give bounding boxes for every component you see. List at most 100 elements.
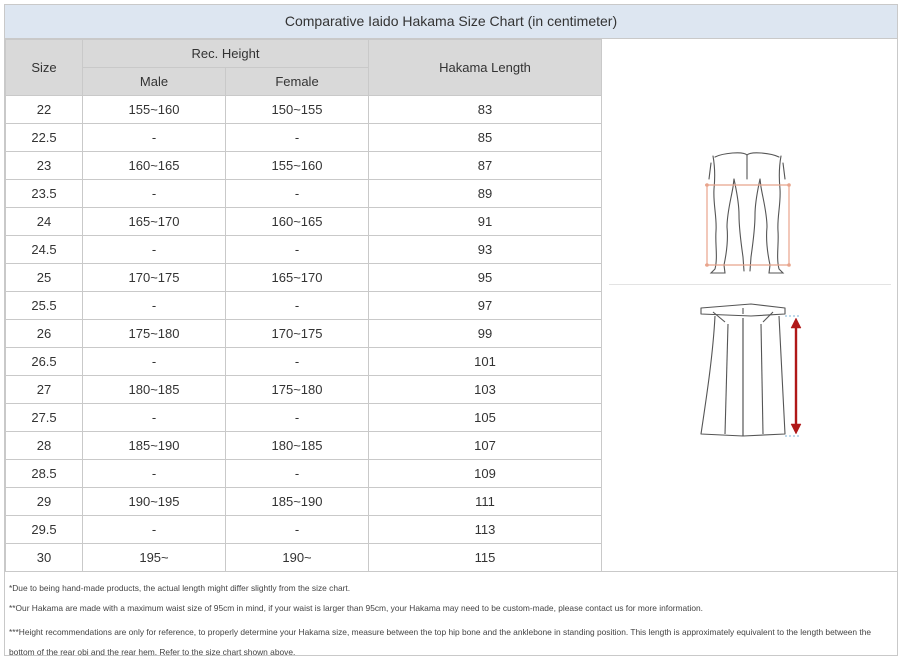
figures-panel (603, 39, 897, 570)
cell-hakama-length: 113 (368, 515, 603, 544)
table-row: 26 175~180 170~175 99 (5, 319, 603, 348)
cell-size: 26.5 (5, 347, 83, 376)
table-row: 29.5- -113 (5, 515, 603, 544)
cell-female: 155~160 (224, 151, 370, 180)
cell-male: 175~180 (82, 319, 226, 348)
cell-male: 160~165 (82, 151, 226, 180)
cell-size: 23 (5, 151, 83, 180)
cell-size: 24 (5, 207, 83, 236)
cell-hakama-length: 87 (368, 151, 603, 180)
cell-hakama-length: 111 (368, 487, 603, 516)
header-size: Size (5, 39, 83, 96)
cell-size: 24.5 (5, 235, 83, 264)
table-row: 23 160~165 155~160 87 (5, 151, 603, 180)
cell-female: - (224, 403, 370, 432)
cell-male: 195~ (82, 543, 226, 572)
table-row: 23.5- -89 (5, 179, 603, 208)
cell-hakama-length: 109 (368, 459, 603, 488)
table-row: 28.5- -109 (5, 459, 603, 488)
note-waist: **Our Hakama are made with a maximum wai… (9, 603, 704, 613)
cell-size: 26 (5, 319, 83, 348)
cell-hakama-length: 103 (368, 375, 603, 404)
cell-female: 160~165 (224, 207, 370, 236)
cell-male: - (82, 515, 226, 544)
cell-female: 185~190 (224, 487, 370, 516)
cell-size: 28.5 (5, 459, 83, 488)
cell-female: 165~170 (224, 263, 370, 292)
table-row: 27 180~185 175~180 103 (5, 375, 603, 404)
table-row: 25 170~175 165~170 95 (5, 263, 603, 292)
cell-female: - (224, 179, 370, 208)
cell-hakama-length: 85 (368, 123, 603, 152)
cell-hakama-length: 97 (368, 291, 603, 320)
header-rec-height: Rec. Height (81, 39, 370, 68)
cell-size: 27 (5, 375, 83, 404)
cell-female: - (224, 347, 370, 376)
cell-hakama-length: 91 (368, 207, 603, 236)
table-body: 22 155~160 150~155 83 22.5- -85 23 160~165 155~1… (5, 95, 603, 572)
table-row: 29 190~195 185~190 111 (5, 487, 603, 516)
cell-size: 23.5 (5, 179, 83, 208)
cell-male: 185~190 (82, 431, 226, 460)
cell-female: - (224, 515, 370, 544)
cell-female: 150~155 (224, 95, 370, 124)
table-row: 30 195~ 190~ 115 (5, 543, 603, 572)
cell-hakama-length: 101 (368, 347, 603, 376)
chart-title: Comparative Iaido Hakama Size Chart (in … (5, 5, 897, 39)
table-row: 22 155~160 150~155 83 (5, 95, 603, 124)
cell-hakama-length: 105 (368, 403, 603, 432)
cell-hakama-length: 93 (368, 235, 603, 264)
cell-hakama-length: 99 (368, 319, 603, 348)
cell-male: 155~160 (82, 95, 226, 124)
cell-male: - (82, 291, 226, 320)
note-height: ***Height recommendations are only for r… (9, 627, 872, 657)
cell-female: - (224, 123, 370, 152)
cell-size: 25 (5, 263, 83, 292)
cell-hakama-length: 83 (368, 95, 603, 124)
cell-male: 170~175 (82, 263, 226, 292)
cell-size: 29.5 (5, 515, 83, 544)
cell-hakama-length: 115 (368, 543, 603, 572)
table-row: 24.5- -93 (5, 235, 603, 264)
cell-male: - (82, 123, 226, 152)
cell-male: - (82, 179, 226, 208)
cell-female: 190~ (224, 543, 370, 572)
cell-female: 180~185 (224, 431, 370, 460)
cell-size: 22 (5, 95, 83, 124)
size-table: Size Rec. Height Hakama Length Male Fema… (5, 39, 603, 572)
cell-size: 27.5 (5, 403, 83, 432)
table-row: 24 165~170 160~165 91 (5, 207, 603, 236)
cell-hakama-length: 95 (368, 263, 603, 292)
cell-hakama-length: 89 (368, 179, 603, 208)
cell-male: - (82, 459, 226, 488)
header-female: Female (224, 67, 370, 96)
notes-section: *Due to being hand-made products, the ac… (5, 571, 897, 657)
cell-female: - (224, 235, 370, 264)
cell-male: 180~185 (82, 375, 226, 404)
cell-size: 29 (5, 487, 83, 516)
hakama-measurement-icon (700, 303, 802, 437)
cell-size: 22.5 (5, 123, 83, 152)
cell-male: - (82, 235, 226, 264)
header-hakama-length: Hakama Length (368, 39, 603, 96)
cell-size: 25.5 (5, 291, 83, 320)
table-row: 27.5- -105 (5, 403, 603, 432)
cell-female: 175~180 (224, 375, 370, 404)
table-row: 25.5- -97 (5, 291, 603, 320)
size-chart: Comparative Iaido Hakama Size Chart (in … (4, 4, 898, 657)
cell-male: - (82, 403, 226, 432)
note-handmade: *Due to being hand-made products, the ac… (9, 583, 351, 593)
table-row: 22.5- -85 (5, 123, 603, 152)
cell-female: - (224, 459, 370, 488)
cell-male: 165~170 (82, 207, 226, 236)
cell-male: - (82, 347, 226, 376)
cell-size: 30 (5, 543, 83, 572)
cell-female: 170~175 (224, 319, 370, 348)
legs-measurement-icon (705, 152, 791, 274)
cell-male: 190~195 (82, 487, 226, 516)
cell-size: 28 (5, 431, 83, 460)
cell-hakama-length: 107 (368, 431, 603, 460)
cell-female: - (224, 291, 370, 320)
table-row: 28 185~190 180~185 107 (5, 431, 603, 460)
header-male: Male (82, 67, 226, 96)
